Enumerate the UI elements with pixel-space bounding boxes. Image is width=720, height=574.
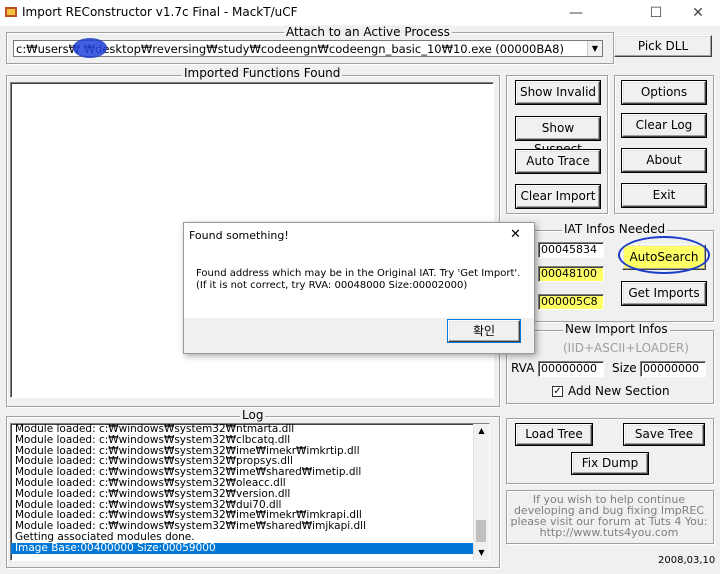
- redaction-scribble: [73, 38, 107, 58]
- new-size-label: Size: [612, 361, 637, 375]
- dialog-ok-button[interactable]: 확인: [447, 319, 521, 343]
- app-icon: [5, 7, 17, 17]
- new-rva-field[interactable]: 00000000: [538, 361, 604, 377]
- scroll-up-icon[interactable]: ▲: [474, 424, 489, 438]
- promo-text: If you wish to help continue developing …: [506, 494, 712, 538]
- iat-rva-field[interactable]: 00048100: [538, 266, 604, 282]
- imported-functions-label: Imported Functions Found: [182, 66, 343, 80]
- save-tree-button[interactable]: Save Tree: [623, 423, 705, 446]
- options-button[interactable]: Options: [621, 80, 707, 105]
- dialog-message-1: Found address which may be in the Origin…: [196, 268, 521, 279]
- scroll-thumb[interactable]: [476, 520, 486, 542]
- oep-field[interactable]: 00045834: [538, 242, 604, 258]
- pick-dll-button[interactable]: Pick DLL: [614, 35, 712, 57]
- new-import-sublabel: (IID+ASCII+LOADER): [563, 341, 689, 355]
- scroll-down-icon[interactable]: ▼: [474, 546, 489, 560]
- show-invalid-button[interactable]: Show Invalid: [515, 80, 601, 105]
- title-bar: Import REConstructor v1.7c Final - MackT…: [0, 0, 720, 26]
- log-listbox[interactable]: Module loaded: c:₩windows₩system32₩ntmar…: [10, 423, 490, 561]
- log-line[interactable]: Image Base:00400000 Size:00059000: [11, 542, 489, 554]
- promo-line-4: http://www.tuts4you.com: [539, 526, 679, 539]
- clear-log-button[interactable]: Clear Log: [621, 113, 707, 138]
- window-title: Import REConstructor v1.7c Final - MackT…: [22, 5, 298, 19]
- get-imports-button[interactable]: Get Imports: [621, 281, 707, 306]
- maximize-button[interactable]: ☐: [636, 0, 676, 26]
- iat-infos-label: IAT Infos Needed: [562, 222, 668, 236]
- minimize-button[interactable]: —: [556, 0, 596, 26]
- dialog-message-2: (If it is not correct, try RVA: 00048000…: [196, 280, 468, 291]
- auto-trace-button[interactable]: Auto Trace: [515, 149, 601, 174]
- found-something-dialog: Found something! ✕ Found address which m…: [183, 222, 535, 354]
- new-rva-label: RVA: [511, 361, 535, 375]
- about-button[interactable]: About: [621, 148, 707, 173]
- attach-group-label: Attach to an Active Process: [284, 25, 452, 39]
- dialog-title: Found something!: [189, 229, 289, 242]
- exit-button[interactable]: Exit: [621, 183, 707, 208]
- log-line[interactable]: Module loaded: c:₩windows₩system32₩versi…: [11, 488, 489, 500]
- iat-size-field[interactable]: 000005C8: [538, 294, 604, 310]
- chevron-down-icon[interactable]: ▼: [587, 41, 602, 56]
- log-label: Log: [240, 408, 266, 422]
- log-scrollbar[interactable]: ▲ ▼: [473, 424, 489, 560]
- autosearch-annotation-circle: [618, 236, 710, 274]
- log-line[interactable]: Module loaded: c:₩windows₩system32₩clbca…: [11, 434, 489, 446]
- dialog-close-icon[interactable]: ✕: [510, 227, 521, 242]
- close-button[interactable]: ✕: [678, 0, 718, 26]
- add-section-checkbox[interactable]: ✓: [552, 386, 563, 397]
- clear-import-button[interactable]: Clear Import: [515, 184, 601, 209]
- build-date: 2008,03,10: [658, 555, 716, 566]
- new-size-field[interactable]: 00000000: [640, 361, 706, 377]
- new-import-label: New Import Infos: [563, 322, 670, 336]
- load-tree-button[interactable]: Load Tree: [515, 423, 593, 446]
- show-suspect-button[interactable]: Show Suspect: [515, 116, 601, 156]
- fix-dump-button[interactable]: Fix Dump: [571, 452, 649, 475]
- add-section-label: Add New Section: [568, 384, 670, 398]
